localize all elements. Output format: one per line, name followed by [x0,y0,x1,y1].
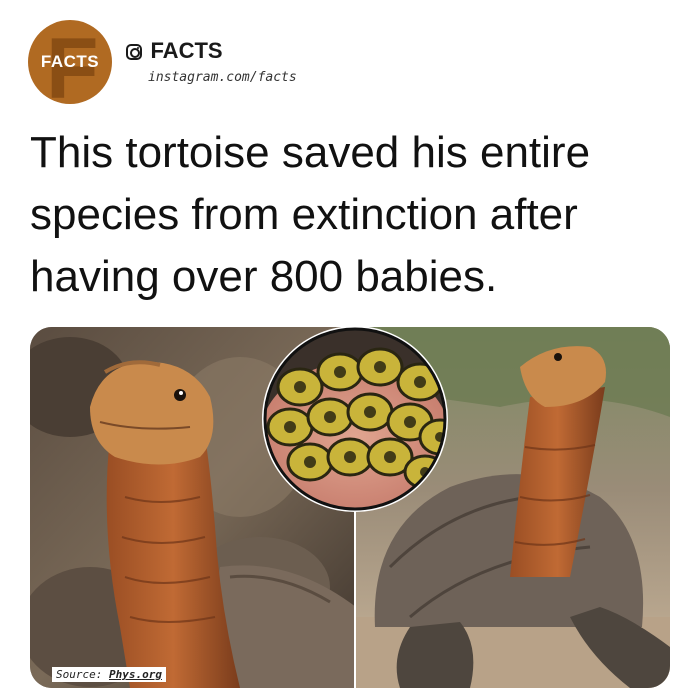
account-url[interactable]: instagram.com/facts [148,70,297,85]
source-label: Source: [56,668,103,681]
facts-logo[interactable]: F FACTS [28,20,112,104]
post-header: F FACTS FACTS instagram.com/facts [28,20,668,106]
account-name[interactable]: FACTS [150,38,222,64]
account-info[interactable]: FACTS [126,38,223,64]
logo-text: FACTS [40,52,100,71]
instagram-icon [126,44,142,60]
tortoise-photo-collage [30,327,670,688]
post-image: Source: Phys.org [30,327,670,688]
post-headline: This tortoise saved his entire species f… [30,128,591,301]
source-caption: Source: Phys.org [52,667,166,682]
source-link[interactable]: Phys.org [109,668,162,681]
